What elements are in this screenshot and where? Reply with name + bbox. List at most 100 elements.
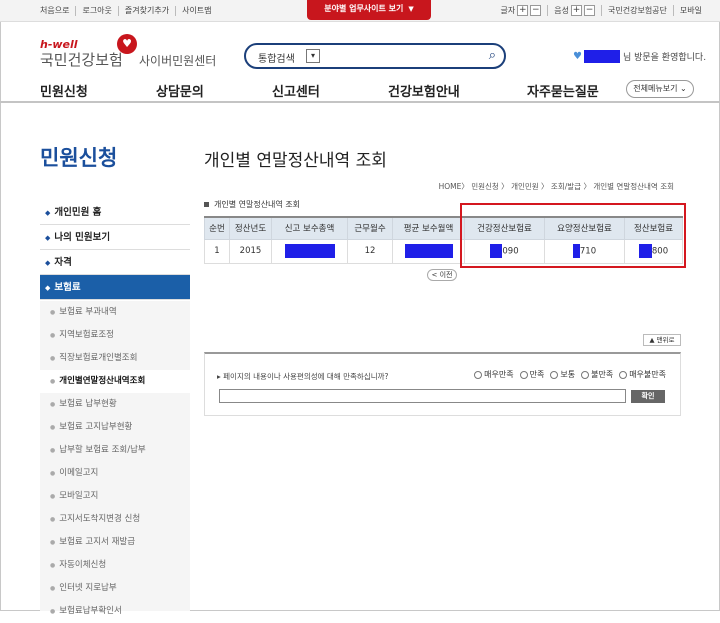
- dot-icon: ●: [50, 516, 56, 523]
- submenu-label: 개인별연말정산내역조회: [59, 376, 146, 386]
- redacted-value: [284, 244, 335, 258]
- dot-icon: ●: [50, 493, 56, 500]
- submenu-item[interactable]: ● 보험료 고지납부현황: [40, 416, 190, 439]
- radio-icon[interactable]: [474, 370, 483, 379]
- option-label: 매우불만족: [629, 370, 666, 379]
- survey-submit-button[interactable]: 확인: [631, 390, 665, 403]
- submenu-label: 고지서도착지변경 신청: [59, 514, 141, 524]
- survey-comment-input[interactable]: [219, 389, 626, 403]
- bullet-icon: ◆: [45, 259, 51, 267]
- redacted-user-name: [583, 50, 620, 63]
- left-section-title: 민원신청: [40, 146, 118, 170]
- radio-icon[interactable]: [550, 370, 559, 379]
- center-name: 사이버민원센터: [139, 54, 217, 68]
- cell-months: 12: [347, 238, 393, 264]
- dot-icon: ●: [50, 562, 56, 569]
- left-item-my-requests[interactable]: ◆ 나의 민원보기: [40, 225, 190, 250]
- left-item-qualification[interactable]: ◆ 자격: [40, 250, 190, 275]
- search-scope-label: 통합검색: [258, 54, 295, 65]
- submenu-label: 보험료납부확인서: [59, 606, 122, 616]
- submenu-label: 자동이체신청: [59, 560, 107, 570]
- prev-button[interactable]: < 이전: [427, 269, 457, 281]
- font-size-control: 글자 + −: [495, 5, 549, 16]
- submenu-label: 보험료 부과내역: [59, 307, 117, 317]
- sound-decrease-button[interactable]: −: [584, 5, 596, 16]
- home-link[interactable]: 처음으로: [40, 6, 77, 16]
- search-scope-select[interactable]: ▾: [306, 49, 320, 63]
- site-logo[interactable]: h-well 국민건강보험: [40, 38, 123, 70]
- option-neutral[interactable]: 보통: [550, 369, 575, 380]
- col-total-pay: 신고 보수총액: [271, 216, 348, 240]
- col-no: 순번: [204, 216, 230, 240]
- radio-icon[interactable]: [581, 370, 590, 379]
- submenu-item[interactable]: ● 인터넷 지로납부: [40, 577, 190, 600]
- left-navigation: ◆ 개인민원 홈 ◆ 나의 민원보기 ◆ 자격 ◆ 보험료: [40, 200, 190, 300]
- font-size-label: 글자: [500, 6, 516, 15]
- submenu-item-active[interactable]: ● 개인별연말정산내역조회: [40, 370, 190, 393]
- heart-icon: ♥: [573, 51, 582, 62]
- nav-item-insurance-info[interactable]: 건강보험안내: [388, 81, 460, 100]
- breadcrumb: HOME〉 민원신청 〉 개인민원 〉 조회/발급 〉 개인별 연말정산내역 조…: [438, 182, 674, 191]
- logout-link[interactable]: 로그아웃: [76, 6, 119, 16]
- cell-no: 1: [204, 238, 230, 264]
- utility-right: 글자 + − 음성 + − 국민건강보험공단 모바일: [495, 5, 702, 16]
- submenu-item[interactable]: ● 지역보험료조정: [40, 324, 190, 347]
- submenu-item[interactable]: ● 자동이체신청: [40, 554, 190, 577]
- submenu-item[interactable]: ● 보험료 부과내역: [40, 301, 190, 324]
- nav-item-faq[interactable]: 자주묻는질문: [527, 81, 599, 100]
- top-button[interactable]: ▲ 맨위로: [643, 334, 681, 346]
- submenu-label: 보험료 고지서 재발급: [59, 537, 136, 547]
- bookmark-link[interactable]: 즐겨찾기추가: [119, 6, 177, 16]
- table-caption-text: 개인별 연말정산내역 조회: [214, 200, 301, 209]
- premium-submenu-more: ● 보험료 납부현황 ● 보험료 고지납부현황 ● 납부할 보험료 조회/납부 ● 이메…: [40, 393, 190, 616]
- dot-icon: ●: [50, 401, 56, 408]
- survey-options: 매우만족 만족 보통 불만족 매우불만족: [474, 369, 666, 380]
- col-months: 근무월수: [347, 216, 393, 240]
- mobile-link[interactable]: 모바일: [674, 5, 702, 16]
- submenu-item[interactable]: ● 보험료납부확인서: [40, 600, 190, 623]
- nav-item-report[interactable]: 신고센터: [272, 81, 320, 100]
- nav-item-apply[interactable]: 민원신청: [40, 81, 88, 100]
- search-bar: 통합검색 ▾ ⌕: [244, 43, 506, 69]
- submenu-label: 지역보험료조정: [59, 330, 114, 340]
- redacted-value: [404, 244, 453, 258]
- dot-icon: ●: [50, 585, 56, 592]
- search-icon[interactable]: ⌕: [489, 48, 496, 63]
- radio-icon[interactable]: [619, 370, 628, 379]
- bullet-icon: ◆: [45, 234, 51, 242]
- submenu-item[interactable]: ● 직장보험료개인별조회: [40, 347, 190, 370]
- all-menu-button[interactable]: 전체메뉴보기 ⌄: [626, 80, 694, 98]
- left-item-premium[interactable]: ◆ 보험료: [40, 275, 190, 300]
- submenu-item[interactable]: ● 이메일고지: [40, 462, 190, 485]
- option-satisfied[interactable]: 만족: [519, 369, 544, 380]
- submenu-item[interactable]: ● 보험료 고지서 재발급: [40, 531, 190, 554]
- submenu-label: 직장보험료개인별조회: [59, 353, 138, 363]
- option-very-satisfied[interactable]: 매우만족: [474, 369, 514, 380]
- submenu-item[interactable]: ● 고지서도착지변경 신청: [40, 508, 190, 531]
- dot-icon: ●: [50, 470, 56, 477]
- option-dissatisfied[interactable]: 불만족: [581, 369, 613, 380]
- submenu-item[interactable]: ● 납부할 보험료 조회/납부: [40, 439, 190, 462]
- submenu-item[interactable]: ● 모바일고지: [40, 485, 190, 508]
- all-menu-label: 전체메뉴보기: [633, 84, 678, 93]
- premium-submenu: ● 보험료 부과내역 ● 지역보험료조정 ● 직장보험료개인별조회 ● 개인별연말정산내…: [40, 301, 190, 393]
- sound-label: 음성: [554, 6, 570, 15]
- survey-question: ▸ 페이지의 내용이나 사용편의성에 대해 만족하십니까?: [217, 371, 388, 382]
- utility-bar: 처음으로 로그아웃 즐겨찾기추가 사이트맵 분야별 업무사이트 보기 ▼ 글자 + −…: [0, 0, 720, 22]
- option-very-dissatisfied[interactable]: 매우불만족: [619, 369, 666, 380]
- org-link[interactable]: 국민건강보험공단: [602, 5, 674, 16]
- left-item-personal-home[interactable]: ◆ 개인민원 홈: [40, 200, 190, 225]
- font-decrease-button[interactable]: −: [530, 5, 542, 16]
- chevron-down-icon: ⌄: [680, 84, 687, 93]
- field-sites-dropdown[interactable]: 분야별 업무사이트 보기 ▼: [307, 0, 431, 20]
- sitemap-link[interactable]: 사이트맵: [176, 6, 217, 16]
- welcome-message: ♥ 님 방문을 환영합니다.: [573, 50, 706, 63]
- sound-increase-button[interactable]: +: [571, 5, 583, 16]
- survey-question-text: 페이지의 내용이나 사용편의성에 대해 만족하십니까?: [223, 372, 389, 381]
- dot-icon: ●: [50, 539, 56, 546]
- font-increase-button[interactable]: +: [517, 5, 529, 16]
- radio-icon[interactable]: [519, 370, 528, 379]
- option-label: 보통: [560, 370, 576, 379]
- submenu-item[interactable]: ● 보험료 납부현황: [40, 393, 190, 416]
- nav-item-consult[interactable]: 상담문의: [156, 81, 204, 100]
